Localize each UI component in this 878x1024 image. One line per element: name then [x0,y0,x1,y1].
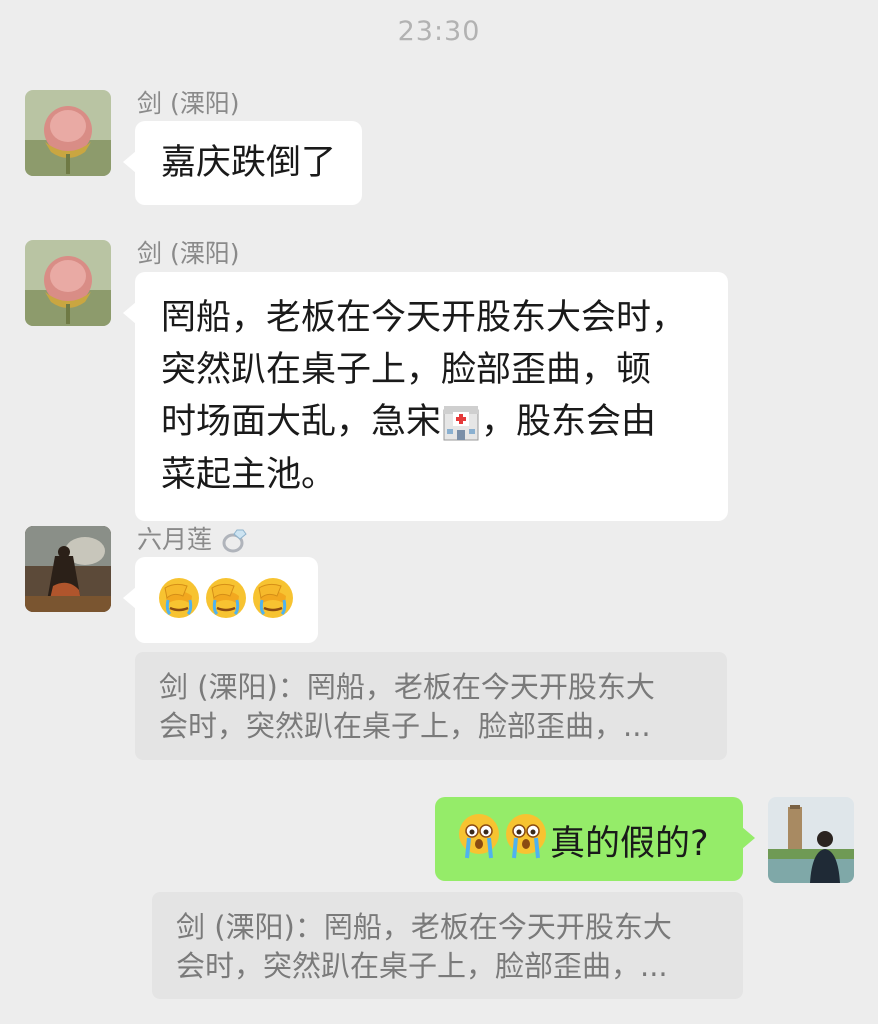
quoted-message[interactable]: 剑 (溧阳)：罔船，老板在今天开股东大 会时，突然趴在桌子上，脸部歪曲，... [135,652,727,760]
shocked-crying-icon [504,812,548,875]
message-bubble-self[interactable]: 真的假的? [435,797,755,881]
quote-text-line: 会时，突然趴在桌子上，脸部歪曲，... [159,709,651,743]
quote-text-line: 剑 (溧阳)：罔船，老板在今天开股东大 [159,670,655,704]
emoji-row [157,576,296,635]
sender-name: 剑 (溧阳) [137,239,240,268]
facepalm-crying-icon [157,576,201,635]
quoted-message[interactable]: 剑 (溧阳)：罔船，老板在今天开股东大 会时，突然趴在桌子上，脸部歪曲，... [152,892,743,999]
message-bubble[interactable]: 嘉庆跌倒了 [122,121,363,205]
avatar-flower[interactable] [25,240,111,326]
message-text: 嘉庆跌倒了 [161,143,337,183]
facepalm-crying-icon [204,576,248,635]
message-bubble[interactable]: 罔船，老板在今天开股东大会时， 突然趴在桌子上，脸部歪曲，顿 时场面大乱，急宋 … [123,272,728,521]
message-text-segment: 时场面大乱，急宋 [161,402,442,442]
message-text-line: 罔船，老板在今天开股东大会时， [161,298,687,338]
message-bubble[interactable] [123,557,318,643]
facepalm-crying-icon [251,576,295,635]
emoji-row: 真的假的? [457,812,721,875]
hospital-emoji [441,397,481,449]
sender-name: 剑 (溧阳) [137,89,240,118]
quote-text-line: 会时，突然趴在桌子上，脸部歪曲，... [176,949,668,983]
message-text: 真的假的? [550,823,709,864]
sender-name-text: 六月莲 [137,525,213,554]
message-text-line: 菜起主池。 [161,455,337,495]
message-text-line: 突然趴在桌子上，脸部歪曲，顿 [161,350,652,390]
message-text-segment: ，股东会由 [481,402,657,442]
message-text-line: 时场面大乱，急宋 ，股东会由 [161,396,702,449]
avatar-self[interactable] [768,797,854,883]
avatar-flower[interactable] [25,90,111,176]
sender-name: 六月莲 [137,520,248,556]
shocked-crying-icon [457,812,501,875]
ring-icon [220,526,248,556]
quote-text-line: 剑 (溧阳)：罔船，老板在今天开股东大 [176,910,672,944]
message-timestamp: 23:30 [397,16,481,47]
avatar-sunset[interactable] [25,526,111,612]
